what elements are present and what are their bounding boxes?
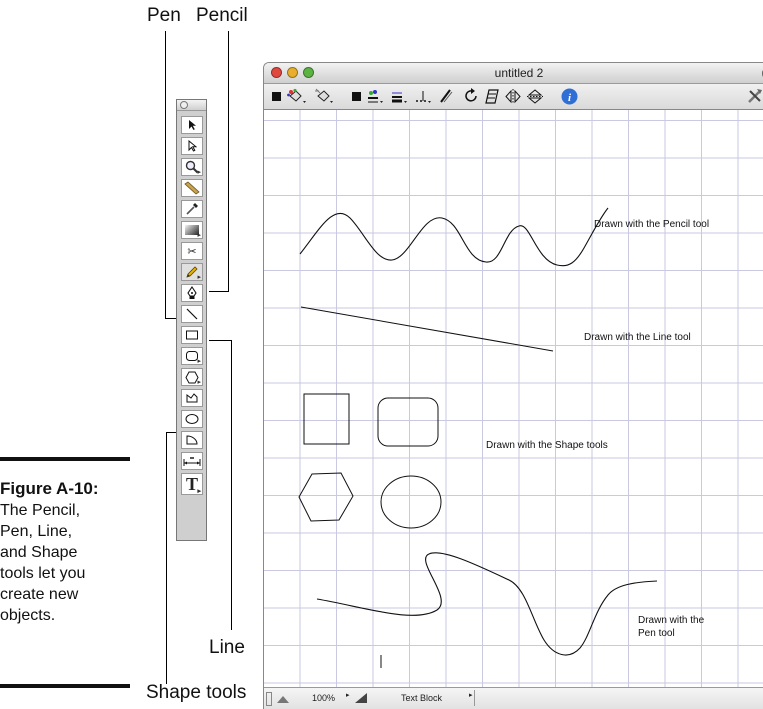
tools-icon[interactable] [746,88,763,105]
zoom-in-icon[interactable] [353,691,369,707]
stroke-style-icon[interactable] [366,88,386,105]
pen-annotation-line1: Drawn with the [638,615,705,626]
line-leader-line [231,340,232,630]
drawn-ellipse [380,475,442,529]
scissors-icon[interactable]: ✂ [181,242,203,260]
line-leader-line-h [209,340,232,341]
line-icon[interactable] [181,305,203,323]
caption-line: The Pencil, [0,502,81,519]
zoom-level-field[interactable]: 100% [312,693,335,703]
caption-line: objects. [0,607,56,624]
shape-tools-callout-label: Shape tools [146,682,247,703]
arrow-icon[interactable] [181,116,203,134]
shape-annotation: Drawn with the Shape tools [486,440,608,451]
flip-horizontal-icon[interactable] [504,88,522,105]
shape-leader-line [166,432,167,684]
dash-style-icon[interactable] [414,88,434,105]
line-weight-icon[interactable] [390,88,410,105]
fill-paint-icon[interactable] [286,88,310,105]
pen-leader-line [165,31,166,319]
fill-color-swatch[interactable] [272,92,281,101]
freeform-shape-icon[interactable] [181,389,203,407]
polygon-icon[interactable]: ▸ [181,368,203,386]
line-callout-label: Line [209,637,245,658]
pen-annotation-line2: Pen tool [638,628,675,639]
ruler-icon[interactable] [181,179,203,197]
drawn-rounded-rectangle [377,397,439,447]
caption-line: and Shape [0,544,78,561]
drawn-hexagon [298,472,354,522]
caption-line: Pen, Line, [0,523,73,540]
caption-line: create new [0,586,79,603]
eyedropper-icon[interactable] [181,200,203,218]
skew-icon[interactable] [484,88,500,105]
text-tool-icon[interactable]: T ▸ [181,473,203,495]
edit-mode-menu-arrow-icon[interactable]: ▸ [469,691,473,699]
toolbox-titlebar[interactable] [177,100,206,111]
window-toolbar: i [264,84,763,110]
rotate-icon[interactable] [464,88,480,105]
caption-bottom-rule [0,684,130,688]
toolbox-close-button[interactable] [180,101,188,109]
window-title: untitled 2 [494,66,544,80]
status-toggle-button[interactable] [266,692,272,706]
gradient-icon[interactable]: ▸ [181,221,203,239]
pen-bezier-stroke [316,552,658,656]
brush-icon[interactable] [438,88,454,105]
figure-caption: The Pencil, Pen, Line, and Shape tools l… [0,500,85,626]
drawn-shapes [298,207,658,668]
pencil-wave-stroke [299,207,609,267]
window-statusbar: 100% ▸ Text Block ▸ [264,687,763,709]
rounded-rectangle-icon[interactable]: ▸ [181,347,203,365]
edit-mode-field[interactable]: Text Block [401,693,442,703]
info-icon[interactable]: i [561,88,578,105]
statusbar-divider [474,690,475,706]
toolbox-palette: ▸ ▸ ✂ ▸ ▸ ▸ T ▸ [176,99,207,541]
straight-line-stroke [300,306,554,352]
stroke-color-swatch[interactable] [352,92,361,101]
arc-icon[interactable] [181,431,203,449]
caption-top-rule [0,457,130,461]
pencil-leader-line [228,31,229,292]
ellipse-icon[interactable] [181,410,203,428]
pencil-leader-line-h [209,291,229,292]
pencil-icon[interactable]: ▸ [181,263,203,281]
caption-line: tools let you [0,565,86,582]
pencil-callout-label: Pencil [196,5,248,26]
stroke-paint-icon[interactable] [314,88,336,105]
rectangle-icon[interactable] [181,326,203,344]
dimension-icon[interactable] [181,452,203,470]
zoom-menu-arrow-icon[interactable]: ▸ [346,691,350,699]
figure-title: Figure A-10: [0,479,99,498]
window-titlebar[interactable]: untitled 2 [264,63,763,84]
flip-vertical-icon[interactable] [526,88,544,105]
drawing-canvas[interactable]: Drawn with the Pencil tool Drawn with th… [264,110,763,687]
document-window: untitled 2 i Drawn with the Pencil tool [263,62,763,709]
magnifier-icon[interactable]: ▸ [181,158,203,176]
zoom-out-icon[interactable] [275,691,291,707]
pencil-annotation: Drawn with the Pencil tool [594,219,710,230]
line-annotation: Drawn with the Line tool [584,332,691,343]
pen-callout-label: Pen [147,5,181,26]
pen-icon[interactable] [181,284,203,302]
drawn-rectangle [303,393,350,445]
subselect-arrow-icon[interactable] [181,137,203,155]
